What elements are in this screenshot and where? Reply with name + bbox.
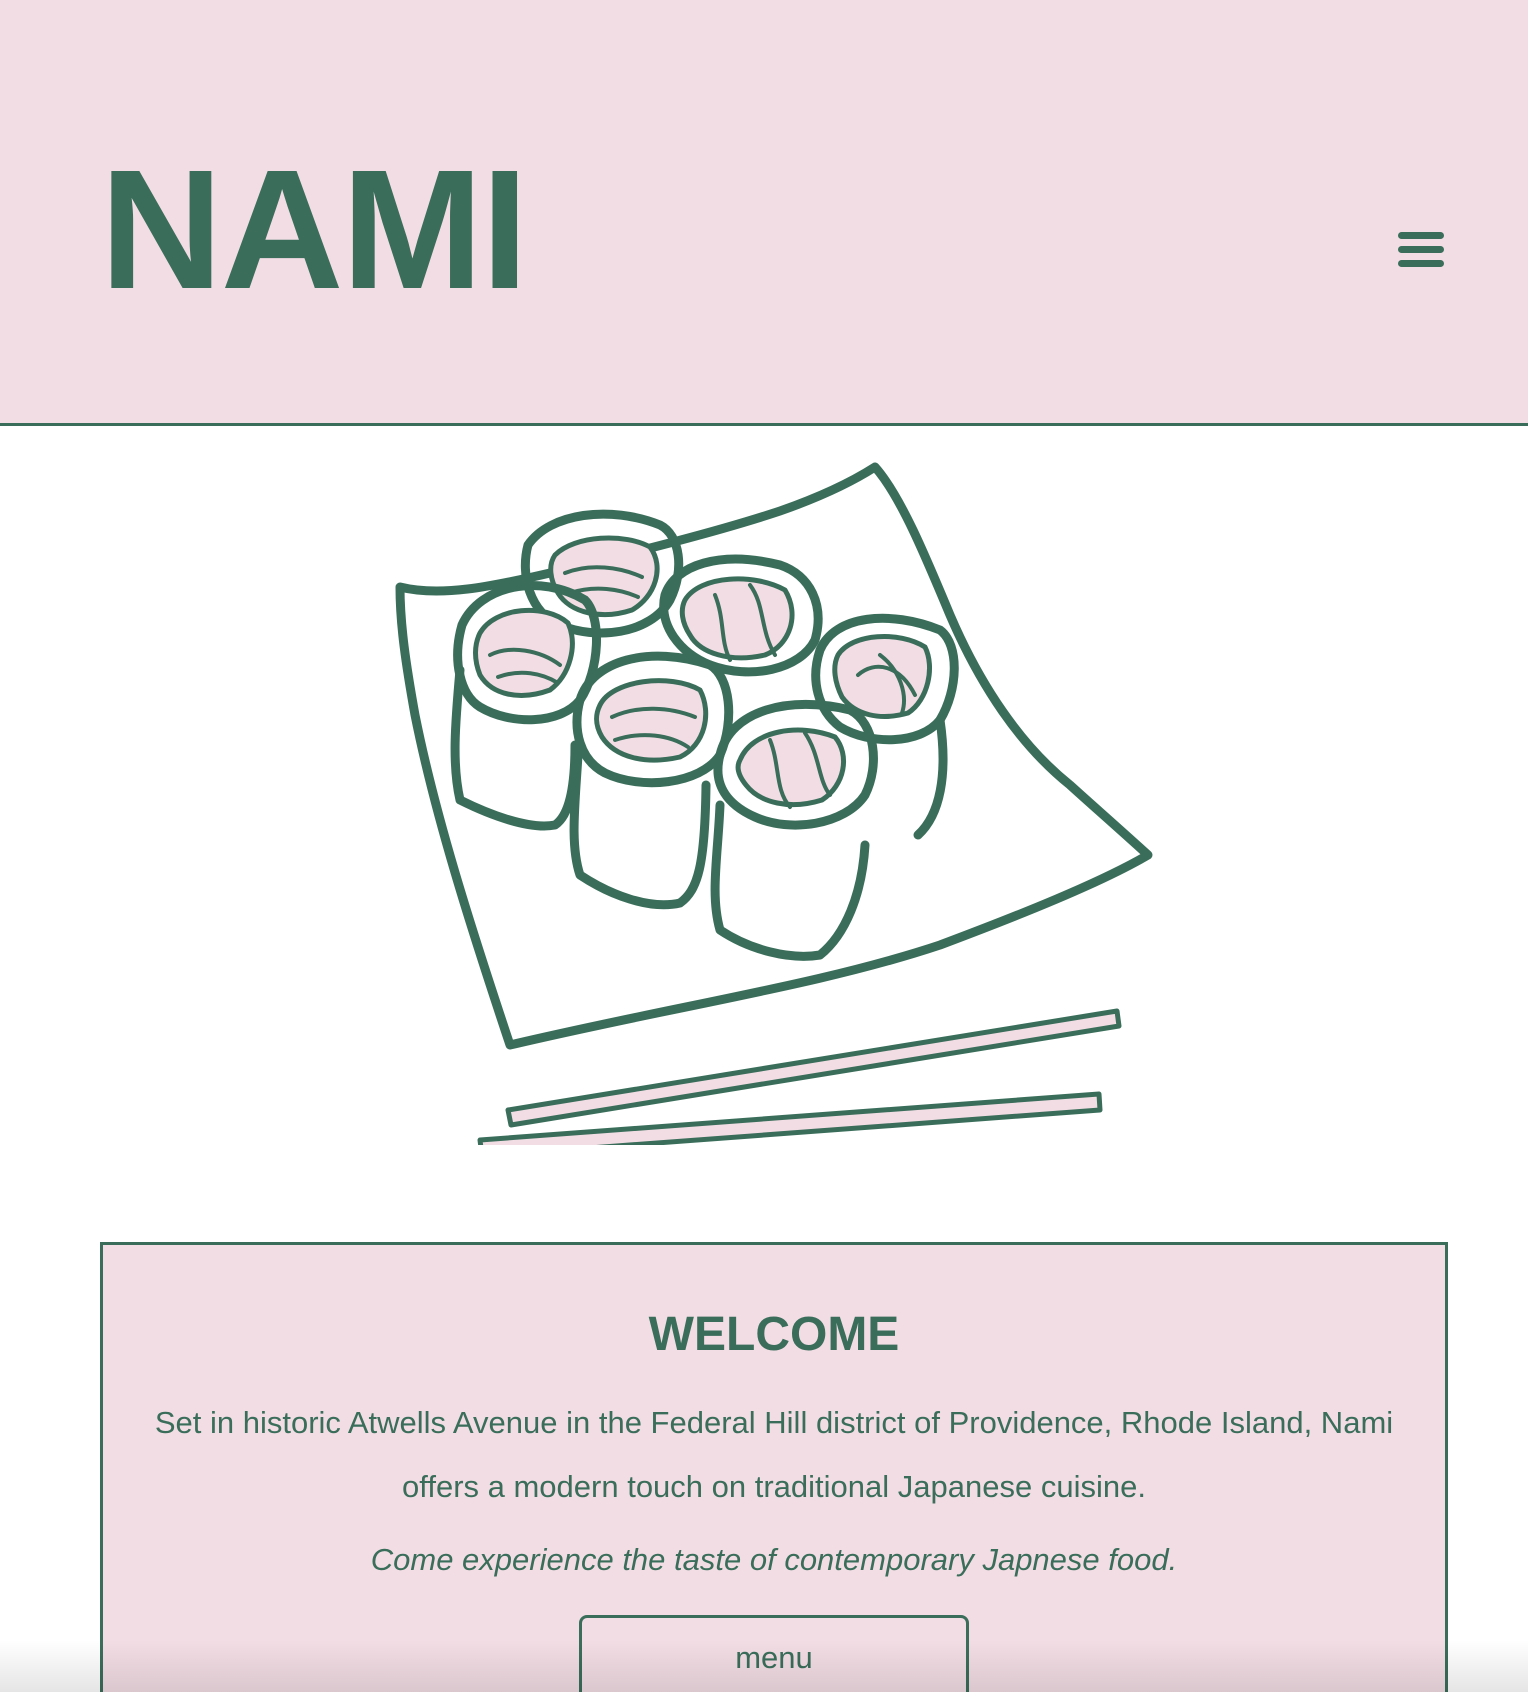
welcome-tagline: Come experience the taste of contemporar… <box>370 1542 1178 1577</box>
site-header: NAMI <box>0 0 1528 426</box>
page: NAMI WELCOME Set in historic Atwells Ave… <box>0 0 1528 1692</box>
site-logo[interactable]: NAMI <box>100 145 528 315</box>
welcome-description: Set in historic Atwells Avenue in the Fe… <box>154 1405 1394 1504</box>
menu-button[interactable]: menu <box>579 1615 969 1692</box>
sushi-plate-illustration <box>380 455 1160 1159</box>
welcome-title: WELCOME <box>648 1308 900 1361</box>
welcome-section: WELCOME Set in historic Atwells Avenue i… <box>100 1242 1448 1692</box>
hamburger-menu-icon[interactable] <box>1398 230 1446 270</box>
